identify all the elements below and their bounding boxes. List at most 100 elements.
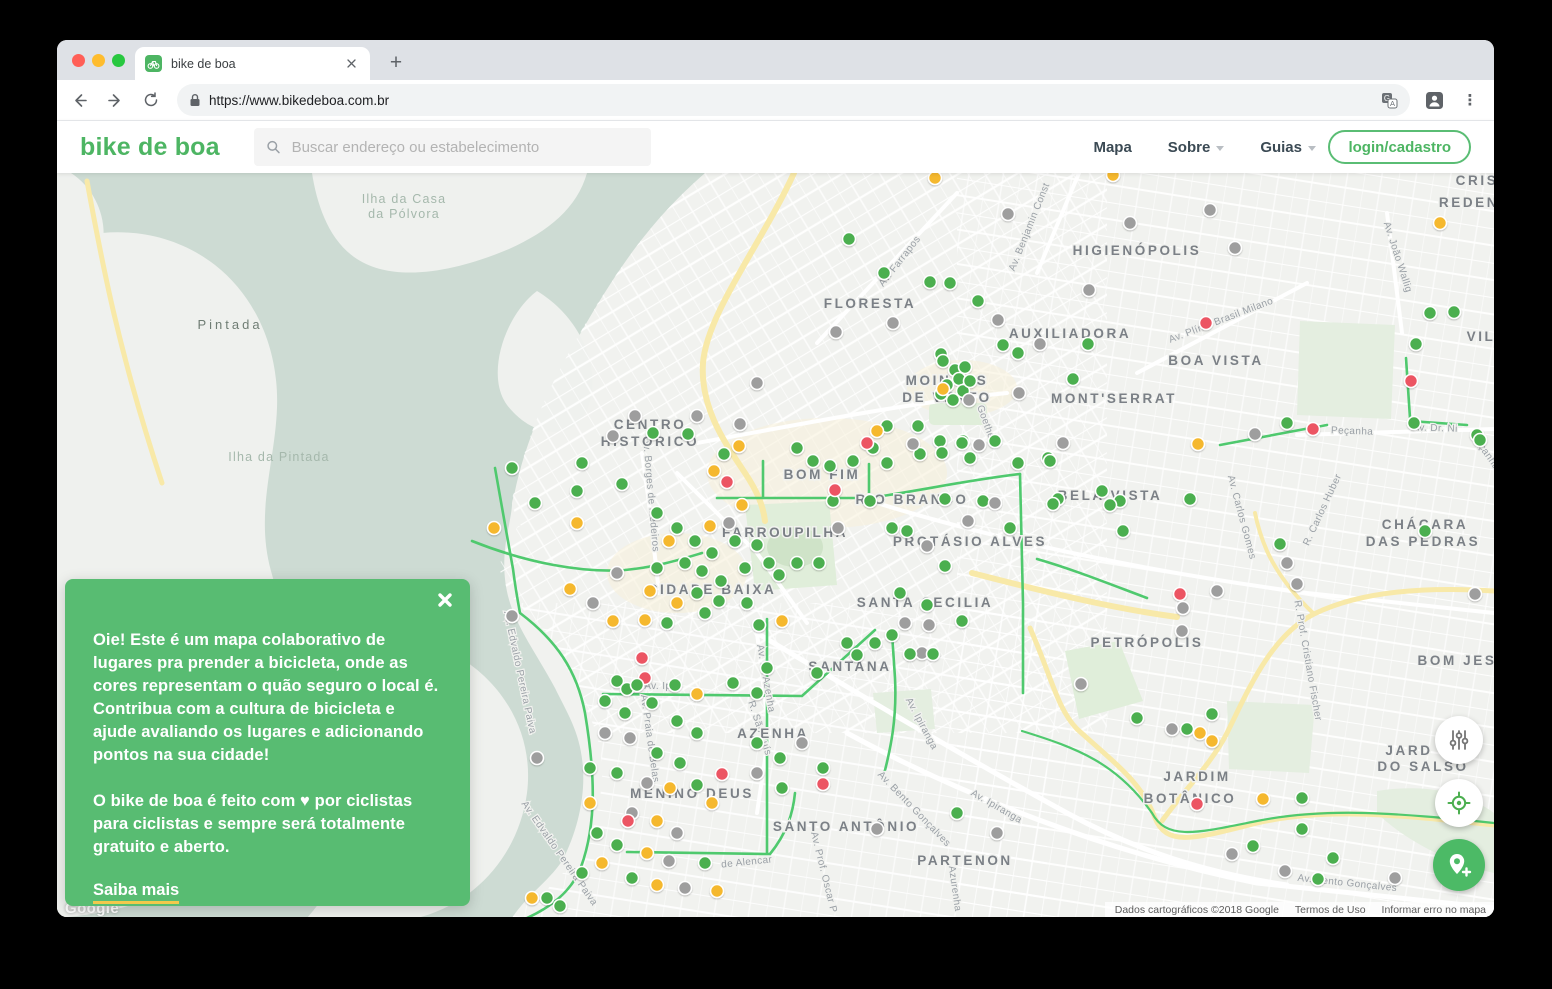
map-marker-g[interactable] — [651, 747, 664, 760]
map-marker-n[interactable] — [1057, 437, 1070, 450]
map-marker-n[interactable] — [871, 823, 884, 836]
map-marker-y[interactable] — [664, 782, 677, 795]
map-marker-g[interactable] — [824, 460, 837, 473]
map-marker-y[interactable] — [1192, 438, 1205, 451]
map-marker-r[interactable] — [1405, 375, 1418, 388]
map-marker-g[interactable] — [651, 507, 664, 520]
close-window-button[interactable] — [72, 54, 85, 67]
map-marker-g[interactable] — [1181, 723, 1194, 736]
map-marker-g[interactable] — [506, 462, 519, 475]
map-marker-y[interactable] — [596, 857, 609, 870]
map-marker-g[interactable] — [939, 560, 952, 573]
reload-icon[interactable] — [137, 86, 165, 114]
map-marker-g[interactable] — [599, 695, 612, 708]
map-marker-n[interactable] — [1389, 872, 1402, 885]
map-marker-g[interactable] — [977, 495, 990, 508]
map-marker-g[interactable] — [529, 497, 542, 510]
map-marker-g[interactable] — [761, 662, 774, 675]
map-marker-n[interactable] — [899, 617, 912, 630]
profile-icon[interactable] — [1420, 86, 1448, 114]
map-marker-n[interactable] — [663, 855, 676, 868]
back-icon[interactable] — [65, 86, 93, 114]
map-marker-g[interactable] — [699, 857, 712, 870]
map-marker-g[interactable] — [1184, 493, 1197, 506]
map-marker-n[interactable] — [796, 737, 809, 750]
map-marker-g[interactable] — [956, 615, 969, 628]
map-marker-g[interactable] — [751, 737, 764, 750]
map-marker-g[interactable] — [541, 892, 554, 905]
map-marker-g[interactable] — [776, 782, 789, 795]
map-marker-y[interactable] — [736, 499, 749, 512]
map-marker-g[interactable] — [927, 648, 940, 661]
map-marker-y[interactable] — [663, 535, 676, 548]
map-marker-g[interactable] — [947, 394, 960, 407]
map-marker-n[interactable] — [1226, 848, 1239, 861]
map-marker-n[interactable] — [1279, 865, 1292, 878]
map-marker-y[interactable] — [564, 583, 577, 596]
attribution-link[interactable]: Termos de Uso — [1295, 904, 1366, 916]
map-marker-g[interactable] — [924, 276, 937, 289]
map-marker-g[interactable] — [718, 448, 731, 461]
map-marker-y[interactable] — [733, 440, 746, 453]
map-marker-y[interactable] — [1434, 217, 1447, 230]
map-marker-g[interactable] — [1012, 457, 1025, 470]
map-marker-g[interactable] — [959, 361, 972, 374]
map-marker-r[interactable] — [721, 476, 734, 489]
map-marker-n[interactable] — [1177, 602, 1190, 615]
map-marker-g[interactable] — [921, 599, 934, 612]
map-marker-n[interactable] — [962, 515, 975, 528]
map-marker-n[interactable] — [691, 410, 704, 423]
site-logo[interactable]: bike de boa — [80, 133, 220, 162]
map-marker-g[interactable] — [1474, 434, 1487, 447]
map-marker-g[interactable] — [972, 295, 985, 308]
map-marker-g[interactable] — [1312, 873, 1325, 886]
map-marker-n[interactable] — [1176, 625, 1189, 638]
map-marker-g[interactable] — [699, 607, 712, 620]
map-marker-y[interactable] — [641, 847, 654, 860]
map-marker-n[interactable] — [992, 314, 1005, 327]
map-marker-g[interactable] — [1104, 499, 1117, 512]
map-marker-g[interactable] — [1096, 485, 1109, 498]
new-tab-button[interactable]: + — [383, 50, 409, 76]
map-marker-r[interactable] — [1174, 588, 1187, 601]
map-marker-y[interactable] — [871, 425, 884, 438]
map-marker-g[interactable] — [813, 557, 826, 570]
map-marker-g[interactable] — [584, 762, 597, 775]
map-marker-g[interactable] — [1408, 417, 1421, 430]
map-marker-g[interactable] — [671, 522, 684, 535]
map-marker-g[interactable] — [989, 435, 1002, 448]
map-marker-g[interactable] — [576, 457, 589, 470]
map-marker-n[interactable] — [587, 597, 600, 610]
map-marker-g[interactable] — [997, 339, 1010, 352]
map-marker-y[interactable] — [607, 615, 620, 628]
map-marker-n[interactable] — [973, 439, 986, 452]
map-marker-g[interactable] — [937, 355, 950, 368]
map-marker-g[interactable] — [576, 867, 589, 880]
map-marker-g[interactable] — [1206, 708, 1219, 721]
map-marker-n[interactable] — [1083, 284, 1096, 297]
locate-me-button[interactable] — [1435, 779, 1483, 827]
map-marker-g[interactable] — [904, 648, 917, 661]
map-marker-g[interactable] — [1424, 307, 1437, 320]
map-marker-g[interactable] — [751, 539, 764, 552]
nav-item-mapa[interactable]: Mapa — [1093, 139, 1131, 156]
map-marker-g[interactable] — [616, 478, 629, 491]
map-marker-y[interactable] — [651, 815, 664, 828]
map-marker-g[interactable] — [689, 535, 702, 548]
map-marker-n[interactable] — [734, 418, 747, 431]
nav-item-sobre[interactable]: Sobre — [1168, 139, 1225, 156]
map-marker-g[interactable] — [878, 267, 891, 280]
map-marker-g[interactable] — [1131, 712, 1144, 725]
map-marker-g[interactable] — [1004, 522, 1017, 535]
map-marker-y[interactable] — [776, 615, 789, 628]
map-marker-y[interactable] — [937, 383, 950, 396]
map-marker-g[interactable] — [631, 679, 644, 692]
map-marker-y[interactable] — [1107, 173, 1120, 182]
map-marker-n[interactable] — [624, 732, 637, 745]
map-marker-g[interactable] — [1067, 373, 1080, 386]
map-marker-r[interactable] — [1191, 798, 1204, 811]
map-marker-g[interactable] — [611, 767, 624, 780]
map-marker-g[interactable] — [939, 493, 952, 506]
map-marker-y[interactable] — [671, 597, 684, 610]
map-marker-g[interactable] — [774, 752, 787, 765]
